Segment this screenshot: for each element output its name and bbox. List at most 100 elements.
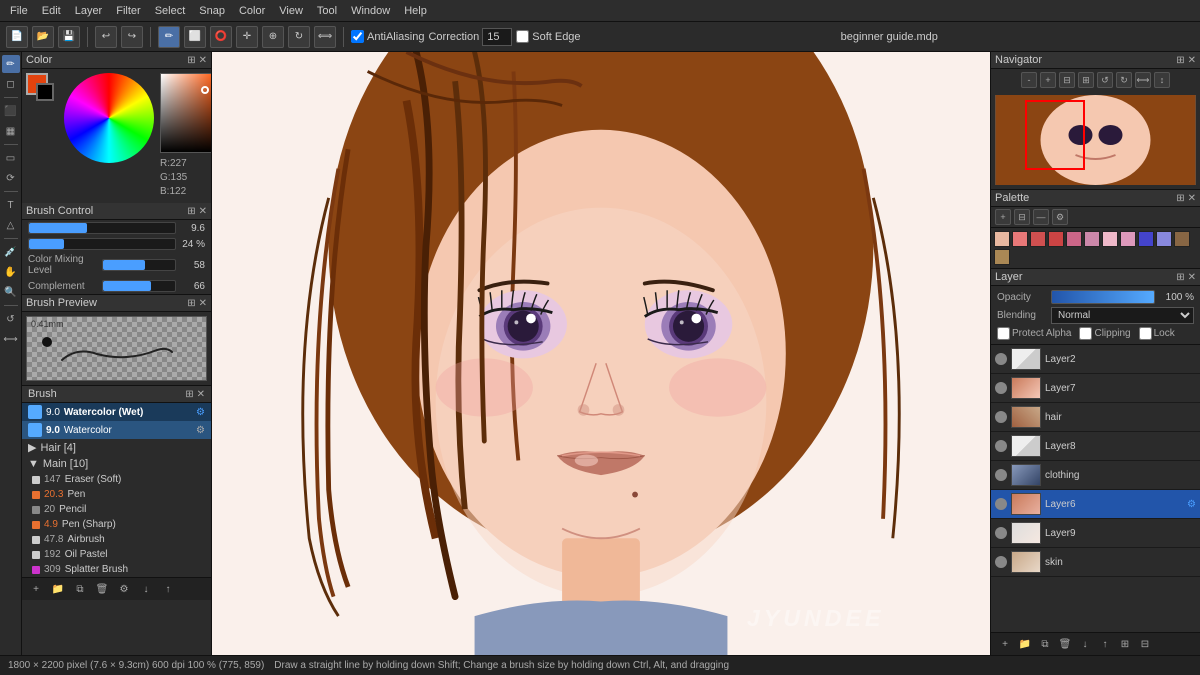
- brush-add-btn[interactable]: +: [28, 581, 44, 597]
- zoom-tool[interactable]: ⊕: [262, 26, 284, 48]
- canvas-area[interactable]: JYUNDEE: [212, 52, 990, 655]
- protect-alpha-check[interactable]: Protect Alpha: [997, 327, 1071, 340]
- background-color[interactable]: [36, 83, 54, 101]
- brush-preview-expand[interactable]: ⊞: [187, 298, 195, 309]
- new-btn[interactable]: 📄: [6, 26, 28, 48]
- redo-btn[interactable]: ↪: [121, 26, 143, 48]
- menu-window[interactable]: Window: [345, 3, 396, 19]
- correction-input[interactable]: [482, 28, 512, 46]
- palette-color[interactable]: [1174, 231, 1190, 247]
- layer-down-btn[interactable]: ↓: [1077, 636, 1093, 652]
- brush-folder-btn[interactable]: 📁: [50, 581, 66, 597]
- eyedropper-tool[interactable]: 💉: [2, 243, 20, 261]
- layer-item-clothing[interactable]: clothing: [991, 461, 1200, 490]
- menu-filter[interactable]: Filter: [110, 3, 146, 19]
- clipping-check[interactable]: Clipping: [1079, 327, 1130, 340]
- size-slider[interactable]: [28, 222, 176, 234]
- palette-color[interactable]: [1120, 231, 1136, 247]
- antialias-checkbox[interactable]: [351, 30, 364, 43]
- palette-color[interactable]: [1156, 231, 1172, 247]
- flip-tool[interactable]: ⟺: [314, 26, 336, 48]
- eraser-tool[interactable]: ◻: [2, 75, 20, 93]
- color-wheel-container[interactable]: [64, 73, 154, 163]
- palette-color[interactable]: [1066, 231, 1082, 247]
- palette-color[interactable]: [994, 249, 1010, 265]
- layer-copy-btn[interactable]: ⧉: [1037, 636, 1053, 652]
- watercolor-settings-icon[interactable]: ⚙: [196, 425, 205, 436]
- menu-snap[interactable]: Snap: [193, 3, 231, 19]
- move-tool[interactable]: ✛: [236, 26, 258, 48]
- nav-fit[interactable]: ⊟: [1059, 72, 1075, 88]
- text-tool[interactable]: T: [2, 196, 20, 214]
- layer-merge-btn[interactable]: ⊞: [1117, 636, 1133, 652]
- save-btn[interactable]: 💾: [58, 26, 80, 48]
- watercolor-active-row[interactable]: 9.0 Watercolor ⚙: [22, 421, 211, 439]
- color-expand-btn[interactable]: ⊞: [187, 55, 195, 66]
- brush-delete-btn[interactable]: 🗑: [94, 581, 110, 597]
- brush-list-expand[interactable]: ⊞: [185, 389, 193, 400]
- flip-view-tool[interactable]: ⟷: [2, 330, 20, 348]
- brush-settings2-btn[interactable]: ⚙: [116, 581, 132, 597]
- skin-vis[interactable]: [995, 556, 1007, 568]
- layer-delete-btn[interactable]: 🗑: [1057, 636, 1073, 652]
- softedge-checkbox[interactable]: [516, 30, 529, 43]
- menu-select[interactable]: Select: [149, 3, 192, 19]
- layer6-gear-icon[interactable]: ⚙: [1187, 499, 1196, 510]
- watercolor-wet-settings[interactable]: ⚙: [196, 407, 205, 418]
- palette-color[interactable]: [1048, 231, 1064, 247]
- nav-flip-v[interactable]: ↕: [1154, 72, 1170, 88]
- select-tool[interactable]: ⬜: [184, 26, 206, 48]
- lock-input[interactable]: [1139, 327, 1152, 340]
- palette-tool4[interactable]: ⚙: [1052, 209, 1068, 225]
- navigator-expand[interactable]: ⊞: [1176, 55, 1184, 66]
- layer-close[interactable]: ✕: [1188, 272, 1196, 283]
- hand-tool[interactable]: ✋: [2, 263, 20, 281]
- layer-item-layer7[interactable]: Layer7: [991, 374, 1200, 403]
- nav-rotate-right[interactable]: ↻: [1116, 72, 1132, 88]
- brush-export-btn[interactable]: ↑: [160, 581, 176, 597]
- nav-100[interactable]: ⊞: [1078, 72, 1094, 88]
- nav-zoom-in[interactable]: +: [1040, 72, 1056, 88]
- zoom-view-tool[interactable]: 🔍: [2, 283, 20, 301]
- navigator-close[interactable]: ✕: [1188, 55, 1196, 66]
- layer7-vis[interactable]: [995, 382, 1007, 394]
- palette-color[interactable]: [1012, 231, 1028, 247]
- palette-close[interactable]: ✕: [1188, 193, 1196, 204]
- layer8-vis[interactable]: [995, 440, 1007, 452]
- menu-help[interactable]: Help: [398, 3, 433, 19]
- menu-tool[interactable]: Tool: [311, 3, 343, 19]
- lasso-tool[interactable]: ⭕: [210, 26, 232, 48]
- brush-list-close[interactable]: ✕: [197, 389, 205, 400]
- hue-saturation-box[interactable]: [160, 73, 212, 153]
- open-btn[interactable]: 📂: [32, 26, 54, 48]
- brush-import-btn[interactable]: ↓: [138, 581, 154, 597]
- layer9-vis[interactable]: [995, 527, 1007, 539]
- blending-select[interactable]: Normal: [1051, 307, 1194, 324]
- layer-item-skin[interactable]: skin: [991, 548, 1200, 577]
- clipping-input[interactable]: [1079, 327, 1092, 340]
- palette-expand[interactable]: ⊞: [1176, 193, 1184, 204]
- gradient-tool[interactable]: ▦: [2, 122, 20, 140]
- layer6-vis[interactable]: [995, 498, 1007, 510]
- layer-folder-btn[interactable]: 📁: [1017, 636, 1033, 652]
- menu-edit[interactable]: Edit: [36, 3, 67, 19]
- hair-category[interactable]: ▶ Hair [4]: [22, 439, 211, 456]
- layer-add-btn[interactable]: +: [997, 636, 1013, 652]
- color-close-btn[interactable]: ✕: [199, 55, 207, 66]
- layer-import-btn[interactable]: ⊟: [1137, 636, 1153, 652]
- list-item[interactable]: 20.3 Pen: [22, 487, 211, 502]
- complement-slider[interactable]: [102, 280, 176, 292]
- list-item[interactable]: 147 Eraser (Soft): [22, 472, 211, 487]
- layer-up-btn[interactable]: ↑: [1097, 636, 1113, 652]
- menu-color[interactable]: Color: [233, 3, 271, 19]
- palette-color[interactable]: [1102, 231, 1118, 247]
- list-item[interactable]: 192 Oil Pastel: [22, 547, 211, 562]
- brush-control-close[interactable]: ✕: [199, 206, 207, 217]
- layer-item-layer8[interactable]: Layer8: [991, 432, 1200, 461]
- layer-item-layer2[interactable]: Layer2: [991, 345, 1200, 374]
- opacity-slider[interactable]: [28, 238, 176, 250]
- palette-color[interactable]: [1084, 231, 1100, 247]
- layer-item-layer9[interactable]: Layer9: [991, 519, 1200, 548]
- brush-tool[interactable]: ✏: [2, 55, 20, 73]
- nav-zoom-out[interactable]: -: [1021, 72, 1037, 88]
